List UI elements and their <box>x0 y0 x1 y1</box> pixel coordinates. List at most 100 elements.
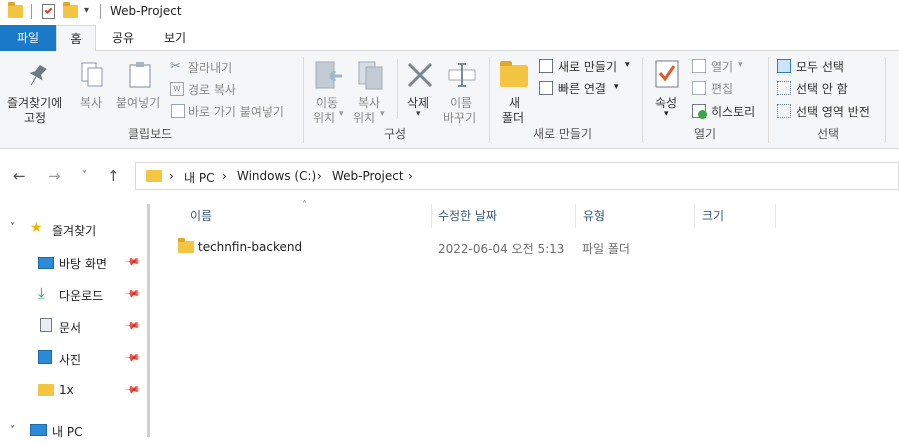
divider <box>768 57 769 143</box>
easy-access-button[interactable]: 빠른 연결 <box>558 80 606 97</box>
back-arrow-icon[interactable]: ← <box>13 167 26 185</box>
chevron-right-icon[interactable]: › <box>222 169 227 183</box>
ribbon-tabs: 파일 홈 공유 보기 <box>0 25 899 52</box>
nav-item-desktop[interactable]: 바탕 화면 <box>59 255 107 275</box>
select-group-label: 선택 <box>817 127 840 141</box>
copy-path-icon: W <box>170 82 184 96</box>
forward-arrow-icon[interactable]: → <box>48 167 61 185</box>
title-bar: ▾ Web-Project <box>0 0 899 25</box>
paste-shortcut-button[interactable]: 바로 가기 붙여넣기 <box>188 103 284 120</box>
invert-selection-button[interactable]: 선택 영역 반전 <box>796 103 870 120</box>
select-none-button[interactable]: 선택 안 함 <box>796 80 848 97</box>
chevron-down-icon[interactable]: ˅ <box>10 425 15 445</box>
tab-share[interactable]: 공유 <box>100 25 146 51</box>
chevron-right-icon[interactable]: › <box>408 169 413 183</box>
folder-icon <box>38 384 54 396</box>
pin-icon[interactable]: 📌 <box>124 286 141 302</box>
divider <box>489 57 490 143</box>
nav-item-1x[interactable]: 1x <box>59 383 74 403</box>
address-bar[interactable]: › 내 PC › Windows (C:) › Web-Project › <box>135 162 899 190</box>
tab-view[interactable]: 보기 <box>152 25 198 51</box>
copy-path-button[interactable]: 경로 복사 <box>188 81 236 98</box>
clipboard-group-label: 클립보드 <box>128 127 173 141</box>
properties-icon <box>655 60 679 88</box>
divider <box>397 59 398 119</box>
paste-button[interactable]: 붙여넣기 <box>116 94 160 111</box>
file-name[interactable]: technfin-backend <box>198 240 302 254</box>
new-item-icon <box>539 59 553 73</box>
pin-label-2: 고정 <box>24 111 47 125</box>
move-to-icon <box>315 61 342 89</box>
history-icon <box>692 104 707 119</box>
properties-icon[interactable] <box>42 4 55 19</box>
folder-icon <box>178 238 194 253</box>
divider <box>100 4 101 19</box>
file-modified: 2022-06-04 오전 5:13 <box>438 242 565 256</box>
chevron-down-icon[interactable]: ˅ <box>10 222 15 242</box>
up-arrow-icon[interactable]: ↑ <box>107 167 120 185</box>
file-type: 파일 폴더 <box>582 242 630 256</box>
scissors-icon: ✂ <box>170 59 181 74</box>
chevron-down-icon: ▾ <box>738 60 743 70</box>
cut-button[interactable]: 잘라내기 <box>188 59 232 76</box>
download-icon: ⤓ <box>38 284 45 302</box>
qat-dropdown-icon[interactable]: ▾ <box>84 5 89 16</box>
chevron-right-icon[interactable]: › <box>317 169 322 183</box>
pin-icon[interactable]: 📌 <box>124 254 141 270</box>
nav-item-downloads[interactable]: 다운로드 <box>59 287 103 307</box>
ribbon: 즐겨찾기에 고정 복사 붙여넣기 ✂ 잘라내기 W 경로 복사 바로 가기 붙여… <box>0 51 899 149</box>
chevron-down-icon: ▾ <box>339 109 344 119</box>
pin-icon[interactable]: 📌 <box>124 382 141 398</box>
chevron-down-icon: ▾ <box>664 109 669 119</box>
chevron-down-icon: ▾ <box>625 60 630 70</box>
new-folder-icon[interactable] <box>63 2 78 18</box>
sort-ascending-icon: ˄ <box>302 200 307 211</box>
open-group-label: 열기 <box>694 127 717 141</box>
divider <box>31 4 32 19</box>
divider[interactable] <box>575 204 576 228</box>
nav-item-documents[interactable]: 문서 <box>59 319 81 339</box>
nav-this-pc[interactable]: 내 PC <box>52 423 82 443</box>
chevron-down-icon: ▾ <box>416 109 421 119</box>
divider <box>303 57 304 143</box>
copy-button[interactable]: 복사 <box>80 94 102 111</box>
column-header-modified[interactable]: 수정한 날짜 <box>438 207 497 224</box>
new-group-label: 새로 만들기 <box>533 127 593 141</box>
paste-shortcut-icon <box>171 104 185 118</box>
chevron-down-icon: ▾ <box>380 109 385 119</box>
select-all-icon <box>777 59 791 73</box>
column-header-type[interactable]: 유형 <box>583 207 605 224</box>
divider[interactable] <box>775 204 776 228</box>
nav-pane-scrollbar[interactable] <box>147 204 150 437</box>
table-row[interactable]: technfin-backend 2022-06-04 오전 5:13 파일 폴… <box>170 234 899 260</box>
tab-home[interactable]: 홈 <box>56 25 96 52</box>
open-button[interactable]: 열기 <box>711 58 733 75</box>
history-button[interactable]: 히스토리 <box>711 103 755 120</box>
computer-icon <box>30 424 47 436</box>
pin-icon <box>29 64 47 86</box>
organize-group-label: 구성 <box>384 127 407 141</box>
new-folder-icon <box>500 61 528 87</box>
breadcrumb-this-pc[interactable]: 내 PC <box>184 169 214 186</box>
column-header-size[interactable]: 크기 <box>702 207 724 224</box>
select-all-button[interactable]: 모두 선택 <box>796 58 844 75</box>
chevron-right-icon[interactable]: › <box>169 169 174 183</box>
nav-favorites[interactable]: 즐겨찾기 <box>52 222 96 242</box>
breadcrumb-drive[interactable]: Windows (C:) <box>237 169 316 183</box>
column-header-name[interactable]: 이름 <box>190 207 212 224</box>
pin-icon[interactable]: 📌 <box>124 318 141 334</box>
nav-item-pictures[interactable]: 사진 <box>59 351 81 371</box>
new-item-button[interactable]: 새로 만들기 <box>558 58 617 75</box>
divider <box>642 57 643 143</box>
pin-icon[interactable]: 📌 <box>124 350 141 366</box>
edit-button[interactable]: 편집 <box>711 80 733 97</box>
folder-icon <box>8 2 23 18</box>
divider[interactable] <box>431 204 432 228</box>
paste-icon <box>129 62 151 88</box>
copy-to-icon <box>358 61 383 90</box>
tab-file[interactable]: 파일 <box>0 25 56 51</box>
recent-locations-icon[interactable]: ˅ <box>82 170 87 181</box>
easy-access-icon <box>539 81 553 95</box>
breadcrumb-folder[interactable]: Web-Project <box>332 169 404 183</box>
divider[interactable] <box>694 204 695 228</box>
